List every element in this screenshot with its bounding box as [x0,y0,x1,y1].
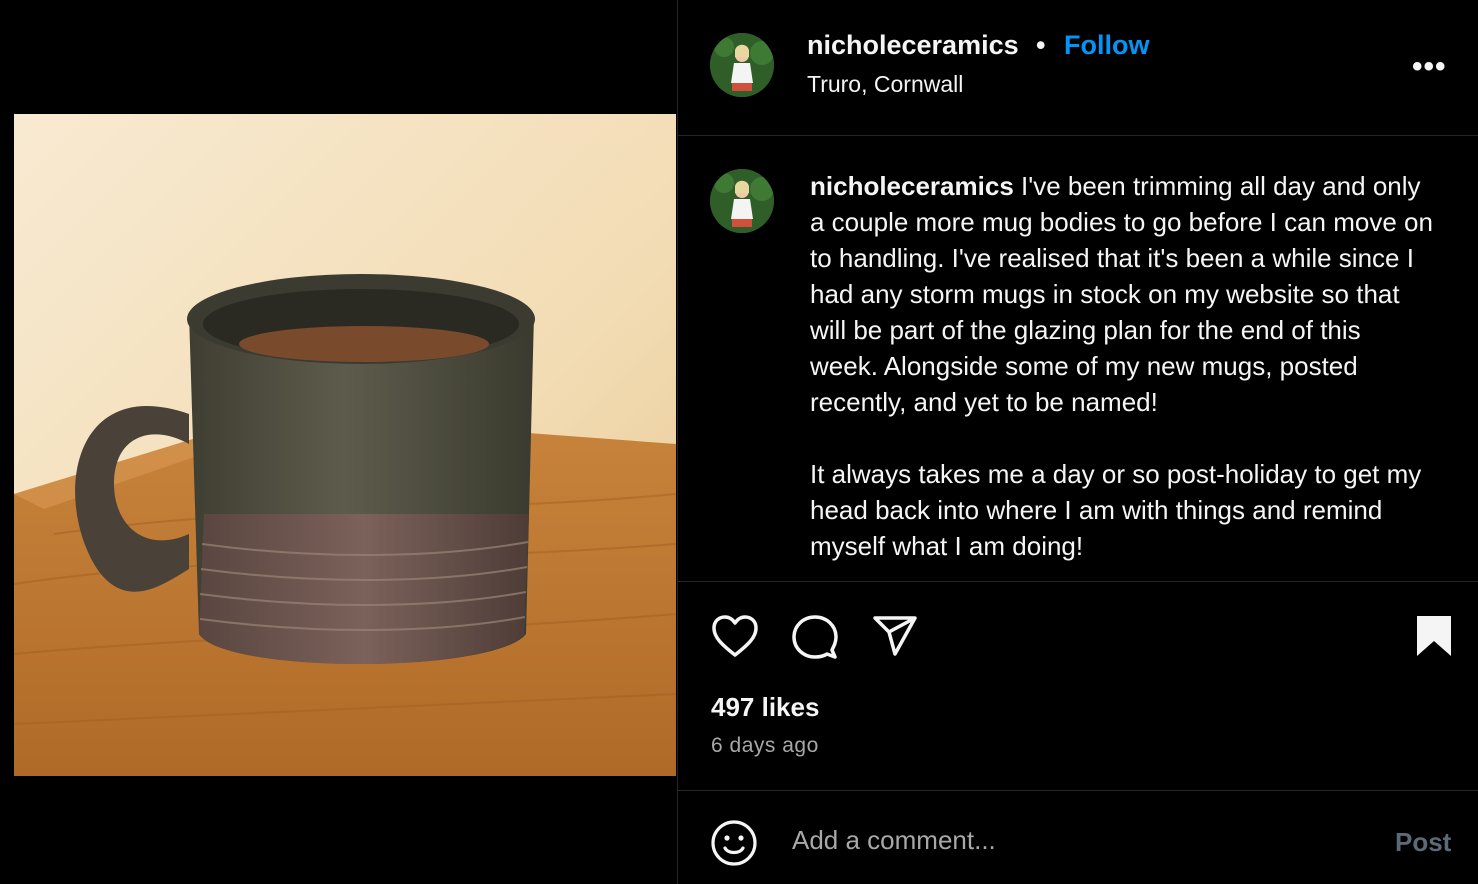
caption-username[interactable]: nicholeceramics [810,171,1014,201]
bookmark-icon[interactable] [1415,614,1453,658]
username[interactable]: nicholeceramics [807,30,1019,61]
post-timestamp[interactable]: 6 days ago [711,734,819,758]
likes-count[interactable]: 497 likes [711,692,819,723]
heart-icon[interactable] [711,614,759,658]
caption-text-2: It always takes me a day or so post-holi… [810,459,1422,561]
comment-bar: Post [678,791,1478,884]
post-actions: 497 likes 6 days ago [678,582,1478,791]
speech-bubble-icon[interactable] [791,614,839,660]
location-link[interactable]: Truro, Cornwall [807,71,963,98]
comment-input[interactable] [790,821,1354,859]
smiley-icon[interactable] [710,819,758,872]
follow-button[interactable]: Follow [1064,30,1149,61]
caption: nicholeceramics I've been trimming all d… [810,168,1435,581]
avatar[interactable] [710,33,774,97]
separator-dot: • [1036,30,1046,60]
post-header: nicholeceramics • Follow Truro, Cornwall… [678,0,1478,136]
media-pane [0,0,677,884]
avatar[interactable] [710,169,774,233]
caption-text: I've been trimming all day and only a co… [810,171,1433,417]
post-comment-button[interactable]: Post [1395,827,1451,858]
caption-area: nicholeceramics I've been trimming all d… [678,136,1478,582]
post-details-pane: nicholeceramics • Follow Truro, Cornwall… [677,0,1478,884]
paper-plane-icon[interactable] [872,615,918,657]
ellipsis-icon[interactable]: ••• [1412,50,1447,84]
post-photo-mug[interactable] [14,114,676,776]
